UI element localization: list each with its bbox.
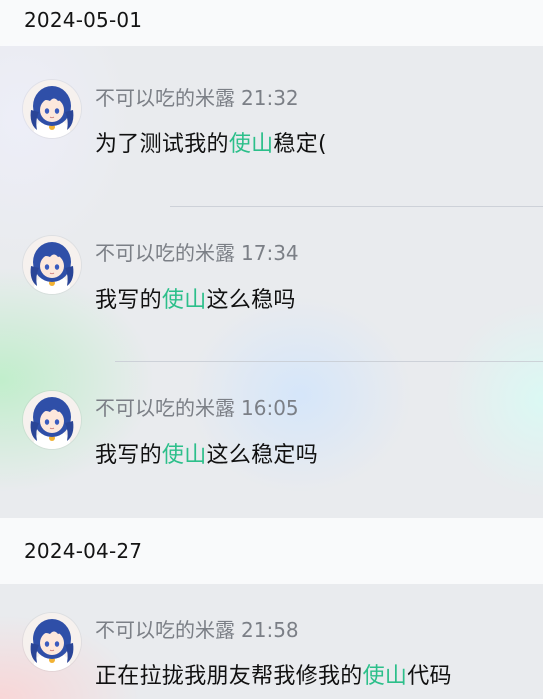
post-item[interactable]: 不可以吃的米露 16:05 我写的使山这么稳定吗 xyxy=(0,0,543,518)
author-name[interactable]: 不可以吃的米露 xyxy=(95,396,235,420)
post-content: 我写的使山这么稳定吗 xyxy=(95,437,318,469)
date-header: 2024-04-27 xyxy=(0,518,543,584)
post-content: 正在拉拢我朋友帮我修我的使山代码 xyxy=(95,658,452,690)
avatar[interactable] xyxy=(23,391,81,449)
post-meta: 不可以吃的米露 16:05 xyxy=(95,392,299,421)
content-text: 正在拉拢我朋友帮我修我的 xyxy=(95,664,363,689)
content-text: 我写的 xyxy=(95,443,162,468)
avatar-image xyxy=(23,613,81,671)
mention-link[interactable]: 使山 xyxy=(162,443,207,468)
author-name[interactable]: 不可以吃的米露 xyxy=(95,618,235,642)
post-feed: 2024-05-01 不可以吃的米露 21:32 为了测试我的使山稳定(不可以… xyxy=(0,0,543,699)
post-time: 16:05 xyxy=(241,396,299,420)
avatar[interactable] xyxy=(23,613,81,671)
content-text: 这么稳定吗 xyxy=(206,443,319,468)
mention-link[interactable]: 使山 xyxy=(363,664,408,689)
content-text: 代码 xyxy=(407,664,452,689)
post-time: 21:58 xyxy=(241,618,299,642)
avatar-image xyxy=(23,391,81,449)
post-item[interactable]: 不可以吃的米露 21:58 正在拉拢我朋友帮我修我的使山代码 xyxy=(0,584,543,699)
post-meta: 不可以吃的米露 21:58 xyxy=(95,614,299,643)
